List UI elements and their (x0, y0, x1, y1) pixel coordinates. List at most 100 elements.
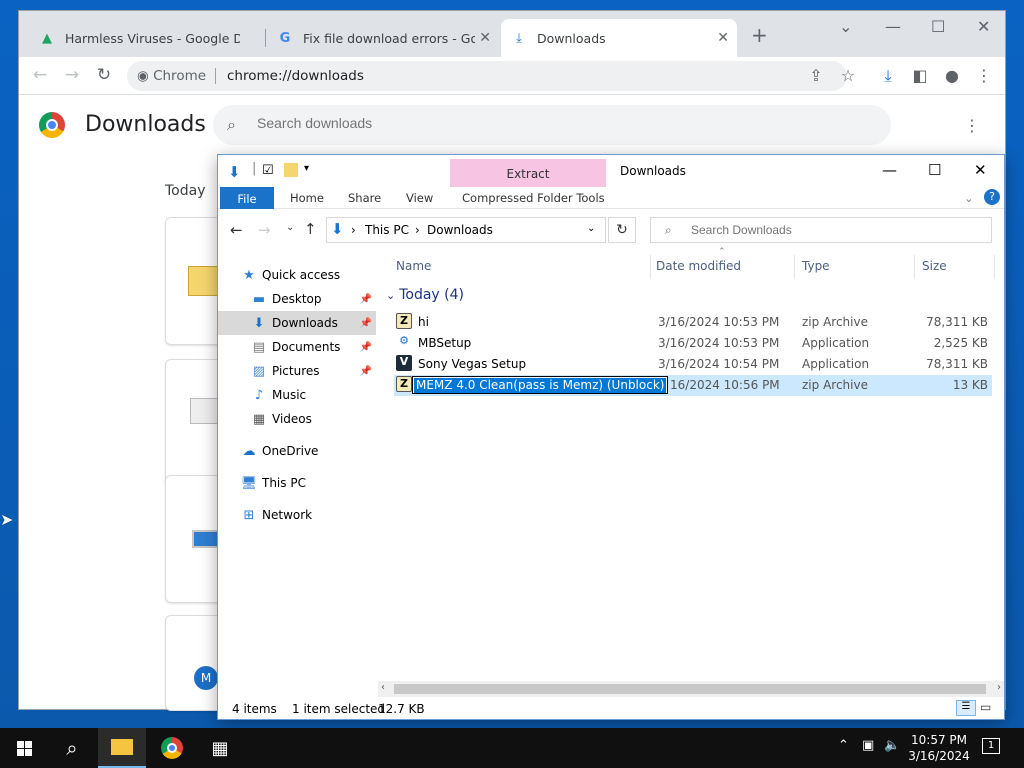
search-icon[interactable]: ⌕ (48, 728, 96, 768)
scrollbar-thumb[interactable] (394, 684, 986, 694)
menu-kebab-icon[interactable]: ⋮ (973, 66, 995, 85)
download-card[interactable] (165, 217, 225, 345)
share-icon[interactable]: ⇪ (805, 66, 827, 85)
close-window-button[interactable]: ✕ (974, 161, 987, 179)
downloads-folder-icon: ⬇ (331, 220, 344, 238)
column-type[interactable]: Type (802, 259, 830, 273)
volume-muted-icon[interactable]: 🔈 (884, 738, 900, 753)
nav-music[interactable]: ♪ Music (218, 383, 376, 407)
malwarebytes-icon: M (194, 666, 218, 690)
download-card[interactable] (165, 475, 225, 603)
address-bar[interactable]: ⬇ › This PC › Downloads ⌄ (326, 217, 606, 243)
close-icon[interactable]: ✕ (479, 30, 491, 46)
rename-field[interactable]: MEMZ 4.0 Clean(pass is Memz) (Unblock) (412, 376, 668, 394)
ribbon-tab-compressed-tools[interactable]: Compressed Folder Tools (462, 191, 605, 205)
explorer-search-input[interactable] (691, 223, 981, 237)
notification-center-icon[interactable]: 1 (982, 738, 1000, 754)
nav-network[interactable]: ⊞ Network (218, 503, 376, 527)
details-view-icon[interactable]: ☰ (956, 700, 976, 716)
forward-icon[interactable]: → (258, 221, 271, 239)
new-tab-button[interactable]: + (751, 23, 768, 47)
minimize-button[interactable]: — (882, 161, 897, 179)
column-separator[interactable] (994, 255, 995, 279)
column-separator[interactable] (650, 255, 651, 279)
ribbon-tab-home[interactable]: Home (290, 191, 324, 205)
downloads-search-input[interactable] (257, 115, 857, 131)
close-icon[interactable]: ✕ (717, 30, 729, 46)
back-icon[interactable]: ← (230, 221, 243, 239)
refresh-button[interactable]: ↻ (608, 217, 636, 243)
breadcrumb-this-pc[interactable]: This PC (365, 223, 409, 237)
page-title: Downloads (85, 112, 206, 137)
ribbon-tab-share[interactable]: Share (348, 191, 381, 205)
tab-google-drive[interactable]: ▲ Harmless Viruses - Google Drive (29, 19, 265, 57)
download-card[interactable]: M (165, 615, 225, 711)
column-separator[interactable] (794, 255, 795, 279)
expand-ribbon-icon[interactable]: ⌄ (964, 191, 974, 205)
system-clock[interactable]: 10:57 PM 3/16/2024 (906, 732, 972, 764)
site-chip: ◉ Chrome (137, 68, 207, 84)
column-size[interactable]: Size (922, 259, 947, 273)
recent-locations-icon[interactable]: ⌄ (286, 222, 294, 233)
calculator-taskbar-button[interactable]: ▦ (196, 728, 244, 768)
ribbon-tab-file[interactable]: File (220, 187, 274, 209)
maximize-button[interactable]: ☐ (928, 161, 941, 179)
properties-icon[interactable]: ☑ (262, 163, 274, 178)
breadcrumb-downloads[interactable]: Downloads (427, 223, 493, 237)
column-name[interactable]: Name (396, 259, 431, 273)
show-hidden-icons[interactable]: ⌃ (838, 738, 849, 753)
qat-dropdown-icon[interactable]: ▾ (304, 163, 309, 174)
explorer-search[interactable]: ⌕ (650, 217, 992, 243)
minimize-button[interactable]: — (885, 17, 901, 36)
address-bar[interactable]: ◉ Chrome chrome://downloads (127, 61, 847, 91)
mbsetup-icon: ⚙ (399, 334, 409, 347)
scroll-right-icon[interactable]: › (997, 682, 1001, 693)
address-dropdown-icon[interactable]: ⌄ (587, 223, 595, 234)
nav-pictures[interactable]: ▨ Pictures 📌 (218, 359, 376, 383)
nav-documents[interactable]: ▤ Documents 📌 (218, 335, 376, 359)
nav-videos[interactable]: ▦ Videos (218, 407, 376, 431)
chrome-taskbar-button[interactable] (148, 728, 196, 768)
nav-this-pc[interactable]: 🖥 This PC (218, 471, 376, 495)
group-header-today[interactable]: ⌄ Today (4) (386, 287, 464, 303)
reload-icon[interactable]: ↻ (93, 65, 115, 85)
forward-icon[interactable]: → (61, 65, 83, 85)
nav-onedrive[interactable]: ☁ OneDrive (218, 439, 376, 463)
nav-quick-access[interactable]: ★ Quick access (218, 263, 376, 287)
toolbar: ← → ↻ ◉ Chrome chrome://downloads ⇪ ☆ ⤓ … (19, 57, 1005, 95)
bookmark-star-icon[interactable]: ☆ (837, 66, 859, 85)
start-button[interactable] (0, 728, 48, 768)
downloads-toolbar-icon[interactable]: ⤓ (877, 66, 899, 86)
tab-search-icon[interactable]: ⌄ (839, 17, 852, 36)
column-separator[interactable] (914, 255, 915, 279)
context-tab-extract[interactable]: Extract (450, 159, 606, 187)
network-status-icon[interactable]: ▣ (862, 738, 874, 753)
back-icon[interactable]: ← (29, 65, 51, 85)
file-row-selected[interactable]: Z MEMZ 4.0 Clean(pass is Memz) (Unblock)… (394, 375, 992, 396)
large-icons-view-icon[interactable]: ▭ (980, 700, 991, 714)
downloads-search[interactable]: ⌕ (213, 105, 891, 145)
file-row[interactable]: Z hi 3/16/2024 10:53 PM zip Archive 78,3… (394, 312, 992, 333)
file-explorer-taskbar-button[interactable] (98, 728, 146, 768)
close-window-button[interactable]: ✕ (977, 17, 990, 36)
file-row[interactable]: ⚙ MBSetup 3/16/2024 10:53 PM Application… (394, 333, 992, 354)
maximize-button[interactable]: ☐ (931, 17, 945, 36)
nav-downloads[interactable]: ⬇ Downloads 📌 (218, 311, 376, 335)
help-icon[interactable]: ? (984, 189, 1000, 205)
side-panel-icon[interactable]: ◧ (909, 66, 931, 85)
horizontal-scrollbar[interactable]: ‹ › (378, 681, 1004, 697)
tab-fix-download[interactable]: G Fix file download errors - Google ✕ (267, 19, 499, 57)
download-card[interactable] (165, 359, 225, 487)
file-row[interactable]: V Sony Vegas Setup 3/16/2024 10:54 PM Ap… (394, 354, 992, 375)
more-options-icon[interactable]: ⋮ (961, 116, 983, 135)
up-icon[interactable]: ↑ (304, 220, 317, 238)
ribbon-tab-view[interactable]: View (406, 191, 433, 205)
column-date-modified[interactable]: Date modified (656, 259, 741, 273)
date-group-label: Today (165, 183, 206, 199)
profile-avatar-icon[interactable]: ● (941, 66, 963, 85)
zip-archive-icon: Z (396, 376, 412, 392)
nav-desktop[interactable]: ▬ Desktop 📌 (218, 287, 376, 311)
scroll-left-icon[interactable]: ‹ (381, 682, 385, 693)
new-folder-icon[interactable] (284, 163, 298, 177)
tab-downloads[interactable]: ⤓ Downloads ✕ (501, 19, 737, 57)
